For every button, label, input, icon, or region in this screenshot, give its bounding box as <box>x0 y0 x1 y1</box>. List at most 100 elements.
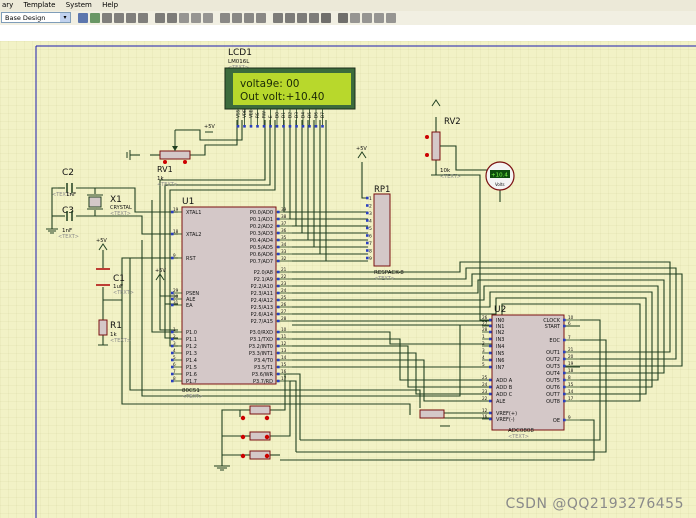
pick-device-icon[interactable] <box>273 13 283 23</box>
rv1-body <box>159 150 191 160</box>
r1-body <box>98 319 108 336</box>
u1-pin-name: P1.5 <box>186 365 197 371</box>
package-tool-icon[interactable] <box>297 13 307 23</box>
schematic-canvas[interactable]: LCD1 LM016L <TEXT> volta9e: 00 Out volt:… <box>0 41 696 518</box>
u1-pin-number: 3 <box>173 341 176 346</box>
rv2-dec-handle[interactable] <box>425 135 429 139</box>
add-icon[interactable] <box>90 13 100 23</box>
adc-u2[interactable]: U2 26IN027IN128IN21IN32IN43IN54IN65IN725… <box>482 305 580 440</box>
button-2-contact-b[interactable] <box>264 434 270 440</box>
u2-pin-name: OUT3 <box>546 364 560 370</box>
u2-pin-number: 9 <box>568 415 571 420</box>
button-3-contact[interactable] <box>240 453 246 459</box>
wire-autorouter-icon[interactable] <box>321 13 331 23</box>
chevron-down-icon[interactable]: ▾ <box>60 13 70 22</box>
lcd-pin-label: E <box>268 115 273 118</box>
u2-pin-number: 12 <box>482 408 488 413</box>
remove-sheet-icon[interactable] <box>374 13 384 23</box>
button-1-contact[interactable] <box>240 415 246 421</box>
template-select[interactable]: Base Design ▾ <box>1 12 71 23</box>
block-move-icon[interactable] <box>232 13 242 23</box>
block-copy-icon[interactable] <box>220 13 230 23</box>
u2-pin-number: 21 <box>568 347 574 352</box>
zoom-in-icon[interactable] <box>102 13 112 23</box>
zoom-area-icon[interactable] <box>138 13 148 23</box>
u2-pin-name: ADD B <box>496 385 513 391</box>
rv1-inc-handle[interactable] <box>183 160 187 164</box>
button-3-contact-b[interactable] <box>264 453 270 459</box>
u2-pin-name: OUT6 <box>546 385 560 391</box>
u1-pin-marker <box>277 351 280 355</box>
u1-pin-number: 31 <box>173 300 179 305</box>
copy-icon[interactable] <box>191 13 201 23</box>
rp1-power-label: +5V <box>356 146 367 152</box>
menu-item-system[interactable]: System <box>66 1 92 9</box>
u1-pin-name: P0.0/AD0 <box>250 210 273 216</box>
u1-pin-number: 8 <box>173 376 176 381</box>
rv1-dec-handle[interactable] <box>163 160 167 164</box>
ea-power-label: +5V <box>155 268 166 274</box>
make-device-icon[interactable] <box>285 13 295 23</box>
u2-pin-marker <box>489 330 492 334</box>
u1-pin-marker <box>277 330 280 334</box>
u1-pin-marker <box>277 259 280 263</box>
u1-pin-number: 22 <box>281 274 287 279</box>
mcu-u1[interactable]: U1 19XTAL118XTAL29RST29PSEN30ALE31EA1P1.… <box>171 197 292 400</box>
sheet-top-margin <box>0 25 696 41</box>
rp1-pin-number: 5 <box>369 226 372 232</box>
undo-icon[interactable] <box>155 13 165 23</box>
zoom-out-icon[interactable] <box>114 13 124 23</box>
button-2-contact[interactable] <box>240 434 246 440</box>
search-icon[interactable] <box>338 13 348 23</box>
menu-item-template[interactable]: Template <box>24 1 56 9</box>
menu-item-library[interactable]: ary <box>2 1 13 9</box>
voltmeter[interactable]: +10.4 Volts <box>485 161 515 191</box>
u1-pin-name: P3.6/WR <box>252 372 274 378</box>
block-rotate-icon[interactable] <box>244 13 254 23</box>
wire-tool-icon[interactable] <box>78 13 88 23</box>
block-delete-icon[interactable] <box>256 13 266 23</box>
lcd-pin-label: VSS <box>236 109 241 118</box>
rp1-pin-number: 7 <box>369 241 372 247</box>
u1-pin-name: EA <box>186 303 193 309</box>
u1-pin-marker <box>277 337 280 341</box>
new-sheet-icon[interactable] <box>362 13 372 23</box>
u2-pin-name: IN2 <box>496 330 504 336</box>
u1-pin-name: P1.0 <box>186 330 197 336</box>
u2-pin-name: IN7 <box>496 365 504 371</box>
u1-pin-number: 11 <box>281 334 287 339</box>
u1-pin-name: P2.6/A14 <box>251 312 273 318</box>
c3-text-tag: <TEXT> <box>58 234 79 240</box>
x1-ref: X1 <box>110 195 122 205</box>
u2-pin-name: OUT8 <box>546 399 560 405</box>
u2-pin-number: 17 <box>568 396 574 401</box>
rp1-pin-number: 2 <box>369 203 372 209</box>
u1-pin-number: 13 <box>281 348 287 353</box>
u1-pin-name: P1.2 <box>186 344 197 350</box>
redo-icon[interactable] <box>167 13 177 23</box>
u1-pin-name: P1.4 <box>186 358 197 364</box>
paste-icon[interactable] <box>203 13 213 23</box>
menu-item-help[interactable]: Help <box>102 1 118 9</box>
u2-ref: U2 <box>494 305 506 315</box>
u2-pin-number: 24 <box>482 382 488 387</box>
lcd-pin-label: D4 <box>301 112 306 118</box>
u1-pin-marker <box>277 284 280 288</box>
button-1-contact-b[interactable] <box>264 415 270 421</box>
u2-pin-number: 5 <box>482 362 485 367</box>
u1-pin-marker <box>277 238 280 242</box>
property-tool-icon[interactable] <box>350 13 360 23</box>
u1-pin-marker <box>277 344 280 348</box>
u1-pin-name: P2.3/A11 <box>251 291 273 297</box>
rv2-text-tag: <TEXT> <box>440 174 461 180</box>
netlist-icon[interactable] <box>386 13 396 23</box>
lcd-pin-label: D7 <box>320 112 325 118</box>
u2-pin-number: 25 <box>482 375 488 380</box>
u1-pin-marker <box>277 312 280 316</box>
cut-icon[interactable] <box>179 13 189 23</box>
zoom-fit-icon[interactable] <box>126 13 136 23</box>
rv2-inc-handle[interactable] <box>425 153 429 157</box>
decompose-icon[interactable] <box>309 13 319 23</box>
u1-pin-name: P1.7 <box>186 379 197 385</box>
u1-pin-number: 15 <box>281 362 287 367</box>
